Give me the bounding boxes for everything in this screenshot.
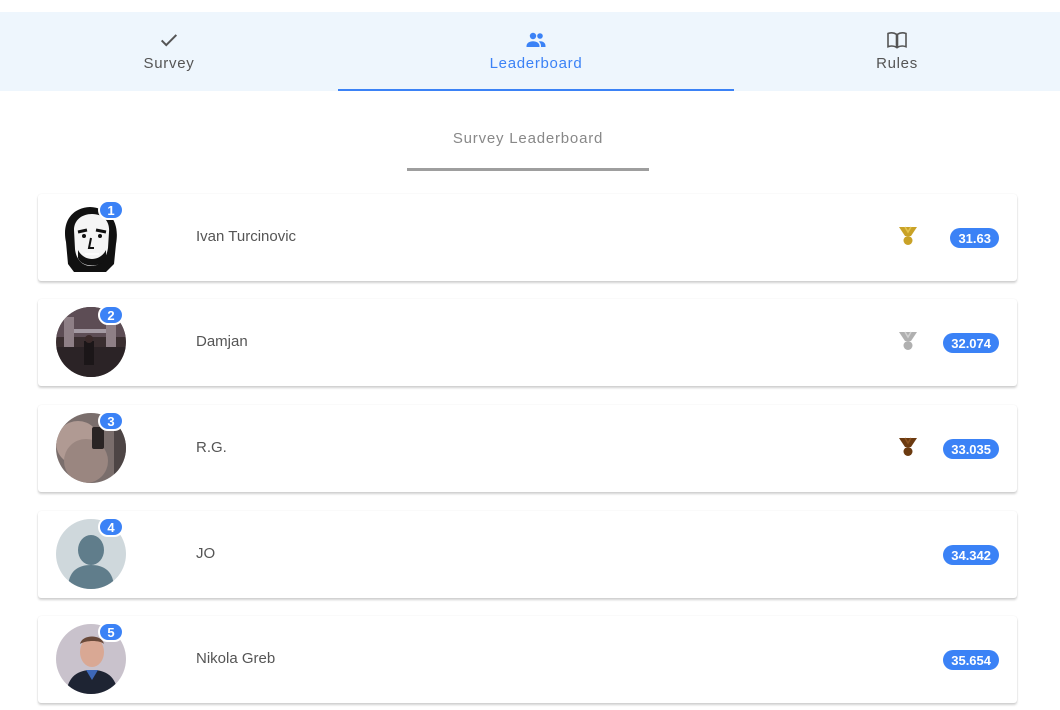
user-name: R.G. — [196, 439, 227, 456]
tab-rules-label: Rules — [876, 55, 918, 72]
silver-medal-icon — [896, 329, 920, 353]
leaderboard-row[interactable]: 5 Nikola Greb 35.654 — [38, 616, 1017, 703]
rank-badge: 2 — [98, 305, 124, 325]
leaderboard-row[interactable]: 4 JO 34.342 — [38, 511, 1017, 598]
section-divider — [407, 168, 649, 171]
avatar-container: 2 — [56, 305, 126, 377]
bronze-medal-icon — [896, 435, 920, 459]
avatar-container: 5 — [56, 622, 126, 694]
leaderboard-row[interactable]: 2 Damjan 32.074 — [38, 299, 1017, 386]
tab-leaderboard[interactable]: Leaderboard — [338, 12, 734, 91]
user-name: Ivan Turcinovic — [196, 228, 297, 245]
gold-medal-icon — [896, 224, 920, 248]
score-badge: 32.074 — [943, 333, 999, 353]
rank-badge: 5 — [98, 622, 124, 642]
section-header: Survey Leaderboard — [407, 100, 649, 171]
people-icon — [524, 28, 548, 52]
tab-rules[interactable]: Rules — [734, 12, 1060, 91]
check-icon — [157, 28, 181, 52]
score-badge: 33.035 — [943, 439, 999, 459]
user-name: JO — [196, 545, 216, 562]
tab-leaderboard-label: Leaderboard — [489, 55, 583, 72]
section-title: Survey Leaderboard — [452, 130, 604, 147]
user-name: Damjan — [196, 333, 248, 350]
leaderboard-row[interactable]: 3 R.G. 33.035 — [38, 405, 1017, 492]
tab-bar: Survey Leaderboard Rules — [0, 12, 1060, 91]
score-badge: 31.63 — [950, 228, 999, 248]
rank-badge: 1 — [98, 200, 124, 220]
leaderboard-row[interactable]: 1 Ivan Turcinovic 31.63 — [38, 194, 1017, 281]
score-badge: 34.342 — [943, 545, 999, 565]
tab-survey[interactable]: Survey — [0, 12, 338, 91]
rank-badge: 3 — [98, 411, 124, 431]
book-icon — [885, 28, 909, 52]
rank-badge: 4 — [98, 517, 124, 537]
score-badge: 35.654 — [943, 650, 999, 670]
user-name: Nikola Greb — [196, 650, 276, 667]
avatar-container: 4 — [56, 517, 126, 589]
avatar-container: 1 — [56, 200, 126, 272]
tab-survey-label: Survey — [143, 55, 195, 72]
avatar-container: 3 — [56, 411, 126, 483]
